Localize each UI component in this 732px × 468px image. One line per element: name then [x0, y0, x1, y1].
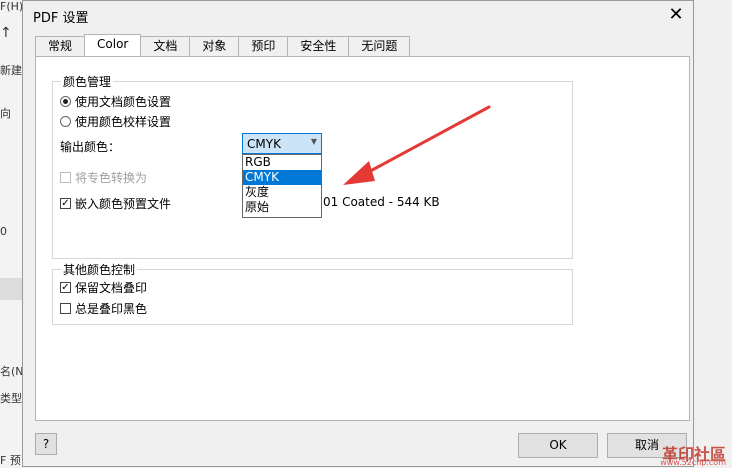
radio-label: 使用文档颜色设置 — [75, 95, 172, 109]
checkbox-label: 总是叠印黑色 — [75, 302, 148, 316]
dialog-title: PDF 设置 — [33, 11, 89, 26]
background-app-strip: F(H) ↑ 新建 向 0 名(N 类型(T F 预 — [0, 0, 33, 467]
annotation-arrow-icon — [343, 105, 491, 185]
checkbox — [60, 172, 71, 183]
radio-use-document-settings[interactable]: 使用文档颜色设置 — [60, 93, 171, 110]
radio-button[interactable] — [60, 116, 71, 127]
pdf-settings-dialog: PDF 设置 ✕ 常规 Color 文档 对象 预印 安全性 无问题 颜色管理 … — [22, 0, 694, 467]
tab-document[interactable]: 文档 — [140, 36, 191, 56]
profile-info-text: 01 Coated - 544 KB — [323, 195, 440, 209]
checkbox-embed-profile[interactable]: ✓ 嵌入颜色预置文件 — [60, 195, 171, 212]
other-color-control-title: 其他颜色控制 — [61, 261, 138, 278]
checkbox-label: 保留文档叠印 — [75, 281, 148, 295]
help-button[interactable]: ? — [35, 433, 57, 455]
checkbox-checked[interactable]: ✓ — [60, 198, 71, 209]
ok-button[interactable]: OK — [518, 433, 598, 458]
chevron-down-icon[interactable]: ▼ — [311, 137, 317, 146]
option-native[interactable]: 原始 — [243, 200, 321, 215]
bg-new-button[interactable]: 新建 — [0, 62, 22, 78]
bg-text: F 预 — [0, 454, 21, 467]
checkbox-label: 嵌入颜色预置文件 — [75, 197, 172, 211]
option-cmyk[interactable]: CMYK — [243, 170, 321, 185]
close-icon[interactable]: ✕ — [663, 3, 689, 27]
tab-objects[interactable]: 对象 — [189, 36, 240, 56]
bg-name-label: 名(N — [0, 365, 24, 378]
checkbox-preserve-overprint[interactable]: ✓ 保留文档叠印 — [60, 279, 147, 296]
checkbox-convert-spot: 将专色转换为 — [60, 169, 147, 186]
select-value: CMYK — [247, 137, 281, 151]
bg-text: F(H) — [0, 0, 24, 13]
tab-security[interactable]: 安全性 — [287, 36, 350, 56]
tab-bar: 常规 Color 文档 对象 预印 安全性 无问题 — [35, 34, 411, 56]
radio-use-proof-settings[interactable]: 使用颜色校样设置 — [60, 113, 171, 130]
radio-button-checked[interactable] — [60, 96, 71, 107]
checkbox-always-overprint-black[interactable]: 总是叠印黑色 — [60, 300, 147, 317]
option-rgb[interactable]: RGB — [243, 155, 321, 170]
option-grayscale[interactable]: 灰度 — [243, 185, 321, 200]
output-color-label: 输出颜色： — [60, 140, 121, 154]
checkbox[interactable] — [60, 303, 71, 314]
watermark-url: www.52cnp.com — [660, 458, 726, 467]
tab-general[interactable]: 常规 — [35, 36, 86, 56]
bg-text: 0 — [0, 225, 7, 238]
tab-color[interactable]: Color — [84, 34, 142, 56]
color-management-title: 颜色管理 — [61, 73, 114, 90]
tab-prepress[interactable]: 预印 — [238, 36, 289, 56]
bg-text: 向 — [0, 107, 11, 120]
output-color-select[interactable]: CMYK ▼ — [242, 133, 322, 154]
radio-label: 使用颜色校样设置 — [75, 115, 172, 129]
checkbox-checked[interactable]: ✓ — [60, 282, 71, 293]
bg-selected-row[interactable] — [0, 278, 22, 300]
output-color-dropdown: RGB CMYK 灰度 原始 — [242, 154, 322, 218]
bg-up-arrow-icon[interactable]: ↑ — [0, 25, 12, 41]
tab-issues[interactable]: 无问题 — [348, 36, 411, 56]
checkbox-label: 将专色转换为 — [75, 171, 148, 185]
